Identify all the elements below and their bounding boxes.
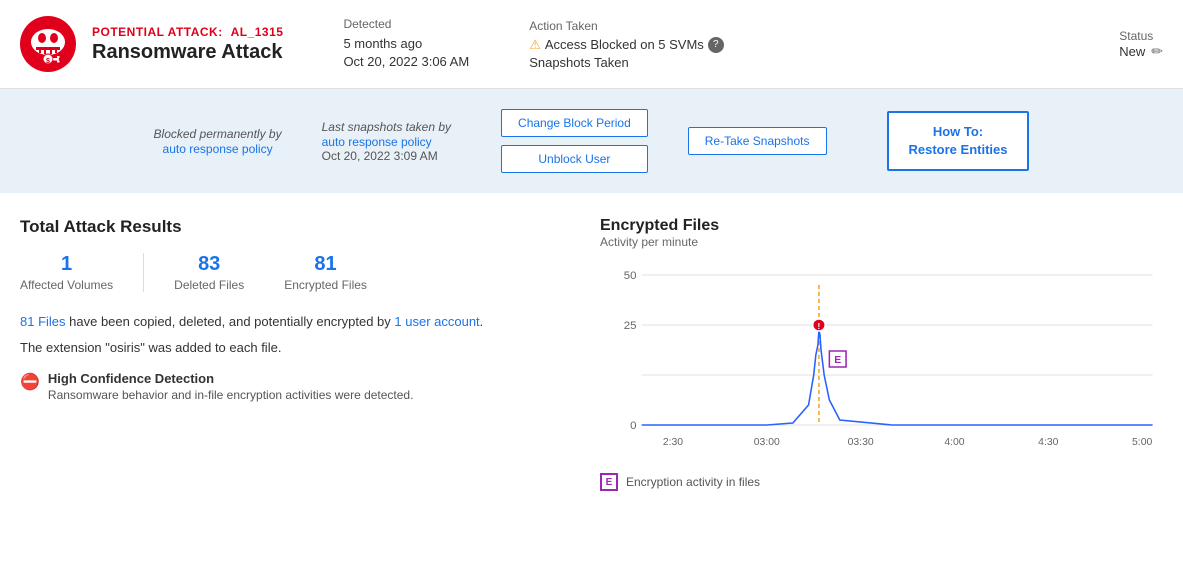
svg-text:4:00: 4:00 [944, 437, 965, 448]
svg-text:50: 50 [624, 270, 637, 282]
high-confidence-desc: Ransomware behavior and in-file encrypti… [48, 388, 414, 402]
svg-text:E: E [834, 355, 841, 366]
left-panel: Total Attack Results 1 Affected Volumes … [20, 217, 580, 491]
how-to-label: How To: [909, 123, 1008, 141]
svg-text:!: ! [818, 322, 821, 331]
status-label: Status [1119, 29, 1163, 43]
error-icon: ⛔ [20, 372, 40, 392]
retake-snapshots-button[interactable]: Re-Take Snapshots [688, 127, 827, 155]
status-value: New ✏ [1119, 43, 1163, 60]
status-section: Status New ✏ [1119, 29, 1163, 60]
svg-text:5:00: 5:00 [1132, 437, 1153, 448]
svg-text:2:30: 2:30 [663, 437, 684, 448]
main-content: Total Attack Results 1 Affected Volumes … [0, 193, 1183, 515]
stat-divider-1 [143, 253, 144, 292]
right-panel: Encrypted Files Activity per minute 50 2… [600, 217, 1163, 491]
svg-text:$: $ [46, 58, 50, 65]
chart-area: 50 25 0 2:30 03:00 03:30 4:00 4:30 5:00 … [600, 265, 1163, 465]
total-attack-title: Total Attack Results [20, 217, 580, 237]
high-confidence-title: High Confidence Detection [48, 371, 414, 386]
banner-snapshots: Last snapshots taken by auto response po… [322, 120, 451, 163]
files-link[interactable]: 81 Files [20, 314, 66, 329]
banner: Blocked permanently by auto response pol… [0, 89, 1183, 193]
extension-note: The extension "osiris" was added to each… [20, 340, 580, 355]
ransomware-icon: $ [20, 16, 76, 72]
high-confidence-section: ⛔ High Confidence Detection Ransomware b… [20, 371, 580, 402]
stats-row: 1 Affected Volumes 83 Deleted Files 81 E… [20, 253, 580, 292]
attack-name: Ransomware Attack [92, 41, 283, 64]
action-taken-label: Action Taken [529, 19, 724, 33]
encrypted-files-stat: 81 Encrypted Files [264, 253, 387, 292]
unblock-user-button[interactable]: Unblock User [501, 145, 648, 173]
snapshots-label: Last snapshots taken by [322, 120, 451, 134]
description: 81 Files have been copied, deleted, and … [20, 312, 580, 332]
detected-date: Oct 20, 2022 3:06 AM [343, 53, 469, 71]
svg-text:03:00: 03:00 [754, 437, 780, 448]
potential-attack-label: POTENTIAL ATTACK: AL_1315 [92, 25, 283, 39]
svg-text:4:30: 4:30 [1038, 437, 1059, 448]
svg-text:03:30: 03:30 [848, 437, 874, 448]
affected-volumes-label: Affected Volumes [20, 278, 113, 292]
legend-box: E [600, 473, 618, 491]
action-taken-section: Action Taken ⚠ Access Blocked on 5 SVMs … [529, 19, 724, 70]
banner-right-buttons: Re-Take Snapshots [688, 127, 827, 155]
restore-entities-button[interactable]: How To: Restore Entities [887, 111, 1030, 171]
blocked-link[interactable]: auto response policy [163, 142, 273, 156]
help-icon[interactable]: ? [708, 37, 724, 53]
detected-section: Detected 5 months ago Oct 20, 2022 3:06 … [343, 17, 469, 71]
warning-icon: ⚠ [529, 37, 541, 53]
chart-title: Encrypted Files [600, 217, 1163, 235]
encrypted-files-label: Encrypted Files [284, 278, 367, 292]
banner-blocked: Blocked permanently by auto response pol… [154, 127, 282, 156]
svg-text:0: 0 [630, 420, 636, 432]
edit-icon[interactable]: ✏ [1151, 43, 1163, 60]
user-account-link[interactable]: 1 user account [394, 314, 479, 329]
deleted-files-stat: 83 Deleted Files [154, 253, 264, 292]
how-to-section: How To: Restore Entities [887, 111, 1030, 171]
banner-left-buttons: Change Block Period Unblock User [501, 109, 648, 173]
snapshots-date: Oct 20, 2022 3:09 AM [322, 149, 451, 163]
header: $ POTENTIAL ATTACK: AL_1315 Ransomware A… [0, 0, 1183, 89]
high-confidence-text: High Confidence Detection Ransomware beh… [48, 371, 414, 402]
blocked-label: Blocked permanently by [154, 127, 282, 141]
detected-time: 5 months ago [343, 35, 469, 53]
title-block: POTENTIAL ATTACK: AL_1315 Ransomware Att… [92, 25, 283, 64]
chart-svg: 50 25 0 2:30 03:00 03:30 4:00 4:30 5:00 … [600, 265, 1163, 465]
snapshots-link[interactable]: auto response policy [322, 135, 432, 149]
affected-volumes-count: 1 [20, 253, 113, 276]
chart-legend: E Encryption activity in files [600, 473, 1163, 491]
restore-entities-label: Restore Entities [909, 141, 1008, 159]
chart-subtitle: Activity per minute [600, 235, 1163, 249]
access-blocked: ⚠ Access Blocked on 5 SVMs ? [529, 37, 724, 53]
detected-label: Detected [343, 17, 469, 31]
legend-label: Encryption activity in files [626, 475, 760, 489]
deleted-files-count: 83 [174, 253, 244, 276]
encrypted-files-count: 81 [284, 253, 367, 276]
change-block-period-button[interactable]: Change Block Period [501, 109, 648, 137]
deleted-files-label: Deleted Files [174, 278, 244, 292]
affected-volumes-stat: 1 Affected Volumes [20, 253, 133, 292]
svg-text:25: 25 [624, 320, 637, 332]
snapshots-taken: Snapshots Taken [529, 55, 724, 70]
